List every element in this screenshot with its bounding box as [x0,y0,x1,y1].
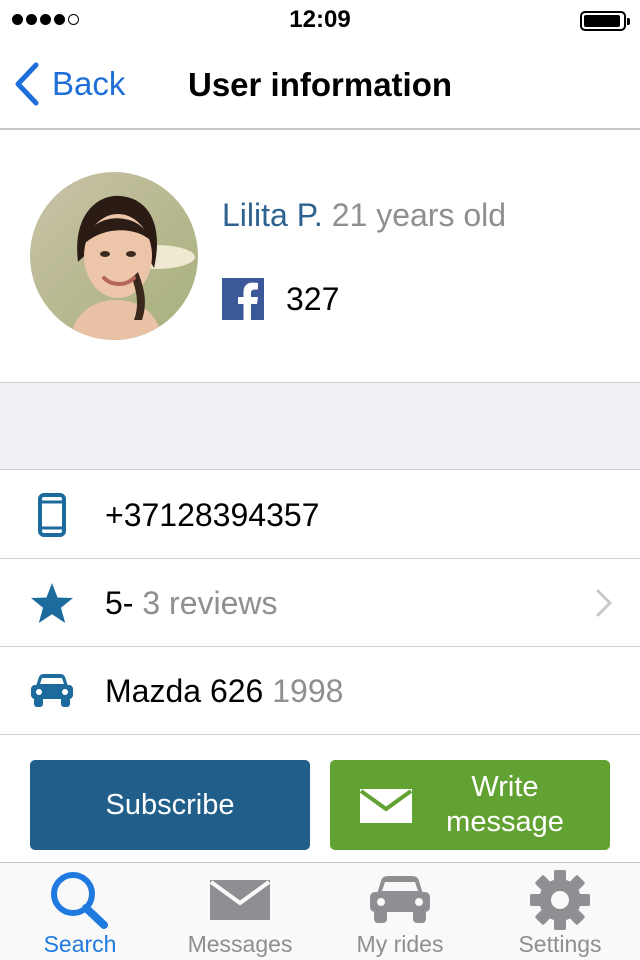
car-year: 1998 [272,673,344,709]
subscribe-label: Subscribe [105,788,235,821]
profile-header: Lilita P. 21 years old 327 [0,132,640,382]
car-icon [320,869,480,931]
back-label: Back [52,65,126,102]
status-time: 12:09 [289,6,351,33]
tab-label: Messages [187,931,293,957]
phone-row[interactable]: +37128394357 [0,471,640,559]
facebook-icon [222,278,264,320]
subscribe-button[interactable]: Subscribe [30,760,310,850]
user-name-line: Lilita P. 21 years old [222,197,506,234]
star-icon [30,581,74,625]
tab-label: Search [43,931,117,957]
tab-label: Settings [518,931,602,957]
car-row: Mazda 626 1998 [0,647,640,735]
back-button[interactable]: Back [14,60,125,108]
chevron-right-icon [596,589,612,617]
envelope-icon [360,789,412,823]
write-message-button[interactable]: Write message [330,760,610,850]
status-bar: 12:09 [0,0,640,40]
page-title: User information [188,66,453,103]
facebook-friends-count: 327 [286,280,340,317]
envelope-icon [160,869,320,931]
car-model: Mazda 626 [105,673,264,709]
user-age: 21 years old [331,197,507,233]
facebook-friends: 327 [222,278,339,320]
tab-bar: Search Messages My rides Settings [0,862,640,960]
rating-text: 5- 3 reviews [105,585,278,622]
tab-my-rides[interactable]: My rides [320,863,480,960]
rating-row[interactable]: 5- 3 reviews [0,559,640,647]
battery-icon [580,11,630,31]
section-separator [0,382,640,470]
tab-search[interactable]: Search [0,863,160,960]
navigation-bar: Back User information [0,40,640,130]
tab-settings[interactable]: Settings [480,863,640,960]
phone-icon [30,493,74,537]
car-info: Mazda 626 1998 [105,673,343,710]
tab-label: My rides [356,931,444,957]
search-icon [0,869,160,931]
chevron-left-icon [15,62,39,106]
car-icon [30,669,74,713]
user-name: Lilita P. [222,197,323,233]
avatar [30,172,198,340]
reviews-count: 3 reviews [142,585,278,621]
rating-value: 5- [105,585,134,621]
gear-icon [480,869,640,931]
phone-number: +37128394357 [105,497,320,533]
tab-messages[interactable]: Messages [160,863,320,960]
write-message-label: Write message [446,771,564,838]
